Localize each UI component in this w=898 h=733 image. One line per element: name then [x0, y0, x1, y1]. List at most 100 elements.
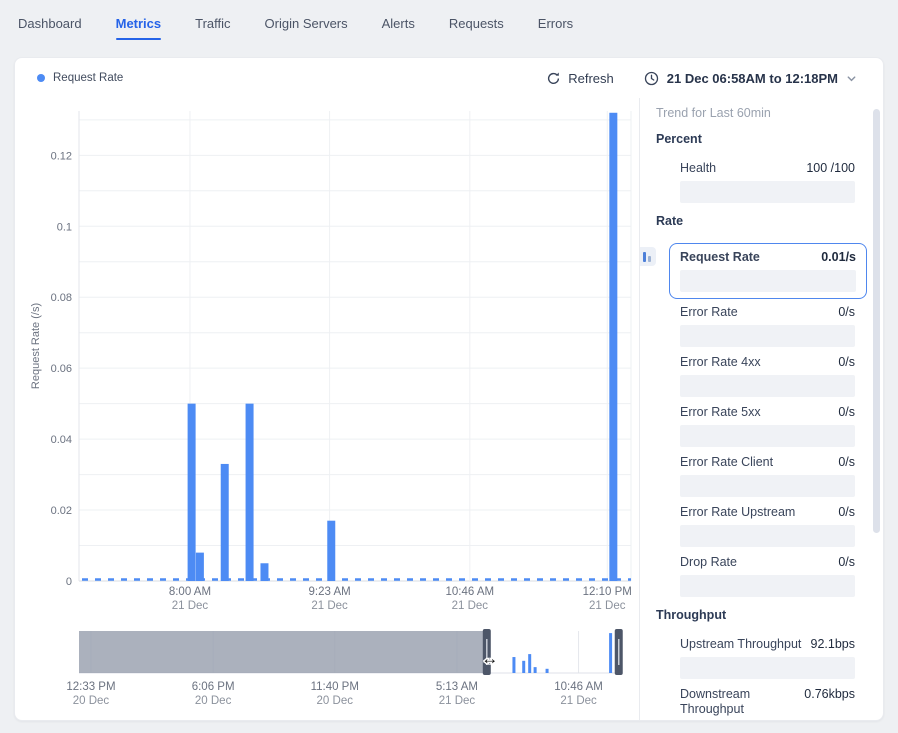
- metric-value: 92.1bps: [811, 637, 855, 652]
- axis-label: 21 Dec: [589, 600, 626, 612]
- sidebar-sections: PercentHealth100 /100RateRequest Rate0.0…: [656, 132, 855, 720]
- sparkline-placeholder: [680, 525, 855, 547]
- axis-label: 21 Dec: [311, 600, 348, 612]
- time-range-selector[interactable]: 21 Dec 06:58AM to 12:18PM: [644, 71, 869, 86]
- metrics-sidebar: Trend for Last 60min PercentHealth100 /1…: [639, 98, 883, 720]
- axis-label: Request Rate (/s): [30, 303, 42, 389]
- section-heading-throughput: Throughput: [656, 608, 855, 623]
- metric-item-error-rate-upstream[interactable]: Error Rate Upstream 0/s: [680, 505, 855, 547]
- brush-bar: [512, 657, 515, 673]
- sparkline-placeholder: [680, 181, 855, 203]
- request-rate-chart: 8:00 AM 21 Dec 9:23 AM 21 Dec 10:46 AM 21 Dec…: [15, 98, 639, 710]
- sparkline-placeholder: [680, 425, 855, 447]
- metric-value: 0/s: [838, 555, 855, 570]
- brush-bar: [522, 661, 525, 673]
- axis-label: 20 Dec: [195, 695, 232, 707]
- axis-label: 21 Dec: [560, 695, 597, 707]
- metric-item-drop-rate[interactable]: Drop Rate 0/s: [680, 555, 855, 597]
- sparkline-placeholder: [680, 375, 855, 397]
- metric-label: Error Rate 5xx: [680, 405, 761, 420]
- refresh-icon: [546, 71, 561, 86]
- axis-label: 0.06: [51, 363, 72, 375]
- chart-bar[interactable]: [246, 404, 254, 581]
- axis-label: 0.08: [51, 292, 72, 304]
- metric-value: 0.76kbps: [804, 687, 855, 702]
- axis-label: 6:06 PM: [192, 681, 235, 693]
- brush-unselected-overlay[interactable]: [79, 631, 487, 673]
- metric-label: Error Rate Client: [680, 455, 773, 470]
- metric-item-error-rate-4xx[interactable]: Error Rate 4xx 0/s: [680, 355, 855, 397]
- chart-bar[interactable]: [609, 113, 617, 581]
- axis-label: 21 Dec: [452, 600, 489, 612]
- chart-bar[interactable]: [188, 404, 196, 581]
- tab-requests[interactable]: Requests: [449, 10, 504, 40]
- tab-origin-servers[interactable]: Origin Servers: [265, 10, 348, 40]
- axis-label: 0.12: [51, 150, 72, 162]
- metrics-panel: Request Rate Refresh 21 Dec 06:58AM to 1…: [14, 57, 884, 721]
- axis-label: 21 Dec: [172, 600, 209, 612]
- metric-item-error-rate-client[interactable]: Error Rate Client 0/s: [680, 455, 855, 497]
- axis-label: 20 Dec: [317, 695, 354, 707]
- sparkline-placeholder: [680, 270, 856, 292]
- tab-alerts[interactable]: Alerts: [382, 10, 415, 40]
- axis-label: 8:00 AM: [169, 586, 211, 598]
- metric-item-error-rate[interactable]: Error Rate 0/s: [680, 305, 855, 347]
- refresh-label: Refresh: [568, 71, 614, 86]
- sparkline-placeholder: [680, 325, 855, 347]
- axis-label: 5:13 AM: [436, 681, 478, 693]
- metric-label: Downstream Throughput: [680, 687, 804, 717]
- metric-label: Request Rate: [680, 250, 760, 265]
- sparkline-placeholder: [680, 475, 855, 497]
- axis-label: 0.04: [51, 434, 72, 446]
- sparkline-placeholder: [680, 657, 855, 679]
- metric-label: Upstream Throughput: [680, 637, 801, 652]
- brush-bar: [528, 654, 531, 673]
- top-nav: Dashboard Metrics Traffic Origin Servers Ale…: [0, 0, 898, 50]
- metric-value: 0/s: [838, 455, 855, 470]
- sparkline-placeholder: [680, 575, 855, 597]
- chart-legend: Request Rate: [37, 72, 123, 84]
- axis-label: 0.1: [57, 221, 72, 233]
- sidebar-scrollbar-thumb[interactable]: [873, 109, 880, 533]
- brush-bar: [609, 633, 612, 673]
- tab-traffic[interactable]: Traffic: [195, 10, 230, 40]
- axis-label: 12:10 PM: [583, 586, 632, 598]
- metric-label: Drop Rate: [680, 555, 737, 570]
- metric-label: Error Rate Upstream: [680, 505, 795, 520]
- metric-label: Health: [680, 161, 716, 176]
- section-heading-rate: Rate: [656, 214, 855, 229]
- metric-item-downstream-throughput[interactable]: Downstream Throughput0.76kbps: [680, 687, 855, 720]
- metric-value: 0/s: [838, 505, 855, 520]
- axis-label: 10:46 AM: [446, 586, 495, 598]
- metric-value: 0.01/s: [821, 250, 856, 265]
- chart-area: 8:00 AM 21 Dec 9:23 AM 21 Dec 10:46 AM 21 Dec…: [15, 98, 639, 720]
- refresh-button[interactable]: Refresh: [546, 71, 614, 86]
- axis-label: 20 Dec: [73, 695, 110, 707]
- metric-item-health[interactable]: Health 100 /100: [680, 161, 855, 203]
- metric-item-error-rate-5xx[interactable]: Error Rate 5xx 0/s: [680, 405, 855, 447]
- legend-label: Request Rate: [53, 72, 123, 84]
- axis-label: 9:23 AM: [309, 586, 351, 598]
- legend-dot-icon: [37, 74, 45, 82]
- metric-value: 0/s: [838, 305, 855, 320]
- chart-bar[interactable]: [327, 521, 335, 581]
- chart-bar[interactable]: [221, 464, 229, 581]
- chevron-down-icon: [846, 73, 857, 84]
- metric-value: 0/s: [838, 405, 855, 420]
- metric-item-request-rate[interactable]: Request Rate 0.01/s: [669, 243, 867, 299]
- metric-label: Error Rate: [680, 305, 738, 320]
- metric-label: Error Rate 4xx: [680, 355, 761, 370]
- axis-label: 0.02: [51, 505, 72, 517]
- tab-dashboard[interactable]: Dashboard: [18, 10, 82, 40]
- metric-item-upstream-throughput[interactable]: Upstream Throughput 92.1bps: [680, 637, 855, 679]
- axis-label: 11:40 PM: [311, 681, 359, 693]
- metric-value: 0/s: [838, 355, 855, 370]
- clock-icon: [644, 71, 659, 86]
- metric-value: 100 /100: [806, 161, 855, 176]
- brush-bar: [534, 667, 537, 673]
- axis-label: 12:33 PM: [66, 681, 115, 693]
- tab-errors[interactable]: Errors: [538, 10, 573, 40]
- chart-bar[interactable]: [196, 553, 204, 581]
- tab-metrics[interactable]: Metrics: [116, 10, 162, 40]
- axis-label: 21 Dec: [439, 695, 476, 707]
